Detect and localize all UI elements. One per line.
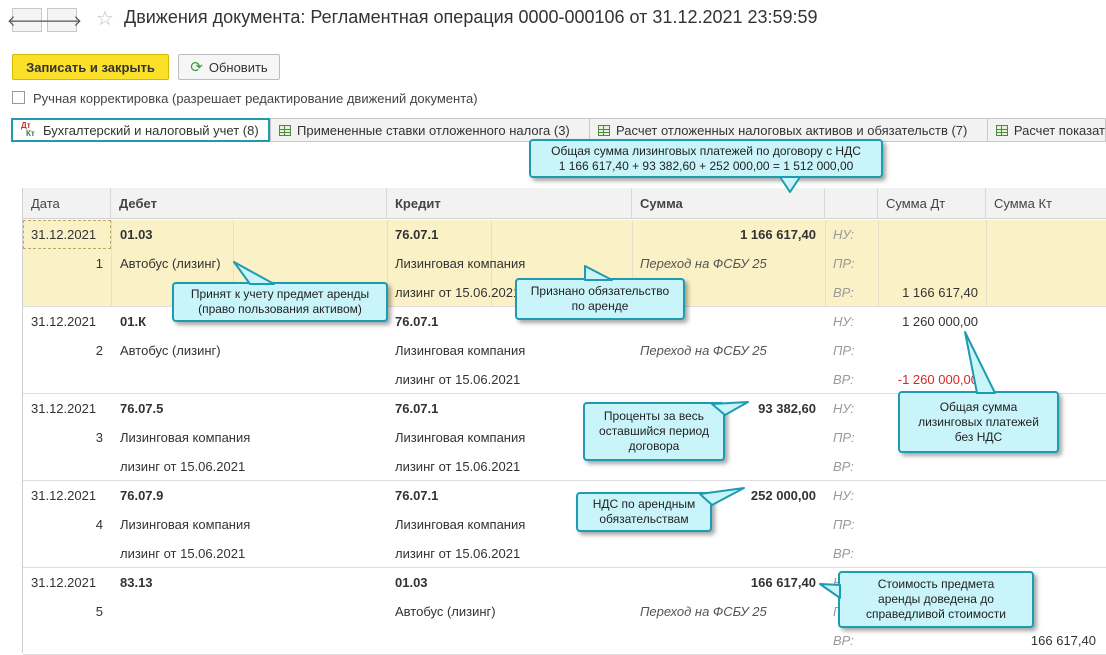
refresh-button[interactable]: ⟳ Обновить [178,54,280,80]
refresh-label: Обновить [208,59,268,75]
cell-debit[interactable]: 76.07.5 [120,394,163,423]
cell-nu[interactable]: НУ: [833,220,854,249]
forward-button[interactable]: 🡒 [42,8,82,32]
column-debit[interactable]: Дебет [111,188,387,219]
cell-credit[interactable]: лизинг от 15.06.2021 [395,452,520,481]
cell-vr[interactable]: ВР: [833,278,854,307]
table-icon [996,124,1008,136]
cell-nu[interactable]: НУ: [833,481,854,510]
table-icon [598,124,610,136]
manual-correction-label: Ручная корректировка (разрешает редактир… [33,91,478,106]
callout-interest: Проценты за весь оставшийся период догов… [583,402,725,461]
callout-vat: НДС по арендным обязательствам [576,492,712,532]
manual-correction-checkbox[interactable] [12,91,25,104]
back-button[interactable]: 🡐 [7,8,47,32]
callout-total-without-vat: Общая сумма лизинговых платежей без НДС [898,391,1059,453]
cell-debit[interactable]: лизинг от 15.06.2021 [120,539,245,568]
tab-indicators[interactable]: Расчет показат [987,118,1106,142]
cell-content[interactable]: Переход на ФСБУ 25 [640,336,767,365]
cell-credit[interactable]: 76.07.1 [395,481,438,510]
cell-pr[interactable]: ПР: [833,423,855,452]
cell-line-number[interactable]: 2 [96,336,103,365]
table-icon [279,124,291,136]
row-divider [986,220,987,307]
cell-nu[interactable]: НУ: [833,394,854,423]
callout-liability: Признано обязательство по аренде [515,278,685,320]
column-accounting-type[interactable] [825,188,878,219]
cell-credit[interactable]: Лизинговая компания [395,336,525,365]
cell-credit[interactable]: Лизинговая компания [395,510,525,539]
cell-debit[interactable]: Лизинговая компания [120,423,250,452]
cell-debit[interactable]: 01.03 [120,220,153,249]
cell-line-number[interactable]: 1 [96,249,103,278]
cell-sum[interactable]: 1 166 617,40 [740,220,816,249]
cell-vr[interactable]: ВР: [833,365,854,394]
cell-line-number[interactable]: 4 [96,510,103,539]
cell-sum-dt-nu[interactable]: 1 260 000,00 [902,307,978,336]
cell-vr[interactable]: ВР: [833,452,854,481]
cell-sum-dt-vr[interactable]: -1 260 000,00 [898,365,978,394]
cell-pr[interactable]: ПР: [833,249,855,278]
row-divider [825,220,826,307]
cell-credit[interactable]: 76.07.1 [395,307,438,336]
cell-debit[interactable]: Автобус (лизинг) [120,249,221,278]
cell-line-number[interactable]: 3 [96,423,103,452]
callout-total-with-vat: Общая сумма лизинговых платежей по догов… [529,139,883,178]
tab-label: Бухгалтерский и налоговый учет (8) [43,122,259,138]
cell-credit[interactable]: 76.07.1 [395,394,438,423]
cell-date[interactable]: 31.12.2021 [31,220,96,249]
cell-date[interactable]: 31.12.2021 [31,568,96,597]
cell-debit[interactable]: 01.К [120,307,146,336]
cell-credit[interactable]: Лизинговая компания [395,249,525,278]
cell-debit[interactable]: лизинг от 15.06.2021 [120,452,245,481]
cell-nu[interactable]: НУ: [833,307,854,336]
cell-date[interactable]: 31.12.2021 [31,481,96,510]
row-divider [878,220,879,307]
cell-debit[interactable]: 83.13 [120,568,153,597]
page-title: Движения документа: Регламентная операци… [124,7,818,27]
dt-kt-icon: Дт Кт [21,121,35,138]
cell-line-number[interactable]: 5 [96,597,103,626]
cell-pr[interactable]: ПР: [833,510,855,539]
refresh-icon: ⟳ [190,59,203,76]
cell-credit[interactable]: 76.07.1 [395,220,438,249]
tab-label: Расчет отложенных налоговых активов и об… [616,122,968,138]
row-divider [111,220,112,307]
cell-credit[interactable]: Лизинговая компания [395,423,525,452]
column-sum[interactable]: Сумма [632,188,825,219]
cell-debit[interactable]: Автобус (лизинг) [120,336,221,365]
cell-sum[interactable]: 93 382,60 [758,394,816,423]
cell-content[interactable]: Переход на ФСБУ 25 [640,597,767,626]
column-date[interactable]: Дата [23,188,111,219]
cell-sum-kt-vr[interactable]: 166 617,40 [1031,626,1096,655]
cell-vr[interactable]: ВР: [833,626,854,655]
cell-sum[interactable]: 252 000,00 [751,481,816,510]
cell-sum[interactable]: 166 617,40 [751,568,816,597]
cell-debit[interactable]: 76.07.9 [120,481,163,510]
cell-sum-dt-vr[interactable]: 1 166 617,40 [902,278,978,307]
save-and-close-button[interactable]: Записать и закрыть [12,54,169,80]
column-credit[interactable]: Кредит [387,188,632,219]
column-sum-kt[interactable]: Сумма Кт [986,188,1106,219]
cell-debit[interactable]: Лизинговая компания [120,510,250,539]
cell-credit[interactable]: лизинг от 15.06.2021 [395,278,520,307]
cell-credit[interactable]: лизинг от 15.06.2021 [395,539,520,568]
tab-label: Расчет показат [1013,122,1105,138]
star-icon[interactable]: ☆ [96,6,114,31]
cell-pr[interactable]: ПР: [833,336,855,365]
tab-accounting[interactable]: Дт Кт Бухгалтерский и налоговый учет (8) [11,118,270,142]
cell-date[interactable]: 31.12.2021 [31,394,96,423]
arrow-right-icon: 🡒 [41,12,83,30]
cell-credit[interactable]: Автобус (лизинг) [395,597,496,626]
callout-fair-value: Стоимость предмета аренды доведена до сп… [838,571,1034,628]
cell-credit[interactable]: лизинг от 15.06.2021 [395,365,520,394]
column-sum-dt[interactable]: Сумма Дт [878,188,986,219]
tab-label: Примененные ставки отложенного налога (3… [297,122,570,138]
cell-credit[interactable]: 01.03 [395,568,428,597]
cell-date[interactable]: 31.12.2021 [31,307,96,336]
cell-content[interactable]: Переход на ФСБУ 25 [640,249,767,278]
cell-vr[interactable]: ВР: [833,539,854,568]
callout-asset-accepted: Принят к учету предмет аренды (право пол… [172,282,388,322]
